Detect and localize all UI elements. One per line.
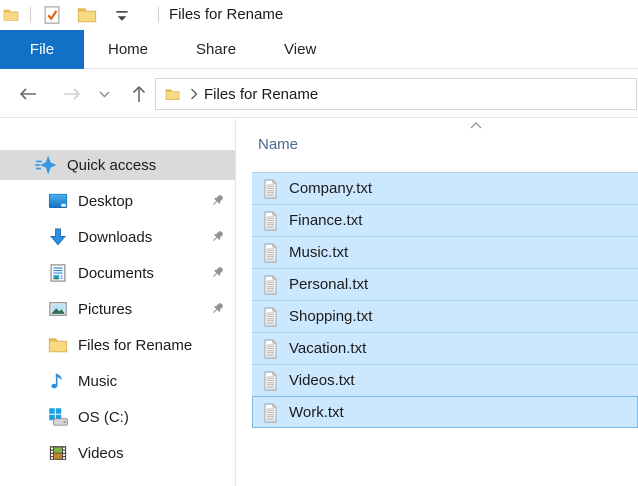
- tab-share[interactable]: Share: [172, 30, 260, 68]
- pictures-icon: [48, 299, 68, 319]
- pin-icon: [209, 193, 225, 209]
- sidebar-item-label: Files for Rename: [78, 337, 192, 354]
- breadcrumb-chevron-icon: [190, 88, 198, 100]
- videos-icon: [48, 443, 68, 463]
- tab-view[interactable]: View: [260, 30, 340, 68]
- tab-file[interactable]: File: [0, 30, 84, 69]
- qat-dropdown-icon: [112, 5, 132, 25]
- sidebar-item-label: Quick access: [67, 157, 156, 174]
- file-name-label: Videos.txt: [289, 372, 355, 389]
- qat-customize-button[interactable]: [110, 3, 134, 27]
- forward-arrow-icon: [62, 86, 82, 102]
- sidebar-item-pictures[interactable]: Pictures: [0, 294, 235, 324]
- file-row-work-txt[interactable]: Work.txt: [252, 396, 638, 428]
- back-arrow-icon: [18, 86, 38, 102]
- sidebar-item-downloads[interactable]: Downloads: [0, 222, 235, 252]
- folder-icon: [77, 5, 97, 25]
- file-row-finance-txt[interactable]: Finance.txt: [252, 204, 638, 236]
- file-row-videos-txt[interactable]: Videos.txt: [252, 364, 638, 396]
- titlebar-separator: [30, 7, 31, 23]
- titlebar: Files for Rename: [0, 0, 638, 30]
- sidebar-item-os-c[interactable]: OS (C:): [0, 402, 235, 432]
- drive-icon: [48, 407, 68, 427]
- breadcrumb[interactable]: Files for Rename: [204, 86, 318, 103]
- sidebar-item-label: Documents: [78, 265, 154, 282]
- text-file-icon: [262, 179, 279, 199]
- text-file-icon: [262, 339, 279, 359]
- downloads-icon: [48, 227, 68, 247]
- explorer-window: Files for Rename File Home Share View: [0, 0, 638, 486]
- tab-home[interactable]: Home: [84, 30, 172, 68]
- pin-icon: [209, 229, 225, 245]
- chevron-down-icon: [99, 91, 110, 98]
- file-name-label: Finance.txt: [289, 212, 362, 229]
- sidebar-item-videos[interactable]: Videos: [0, 438, 235, 468]
- file-row-vacation-txt[interactable]: Vacation.txt: [252, 332, 638, 364]
- file-name-label: Music.txt: [289, 244, 348, 261]
- sidebar-item-documents[interactable]: Documents: [0, 258, 235, 288]
- file-list: Company.txt Finance.txt Music.txt: [252, 172, 638, 428]
- file-name-label: Shopping.txt: [289, 308, 372, 325]
- sidebar-item-label: Videos: [78, 445, 124, 462]
- recent-locations-button[interactable]: [94, 79, 114, 109]
- file-row-company-txt[interactable]: Company.txt: [252, 172, 638, 204]
- text-file-icon: [262, 211, 279, 231]
- sidebar-item-label: OS (C:): [78, 409, 129, 426]
- titlebar-separator: [158, 7, 159, 23]
- sidebar-item-desktop[interactable]: Desktop: [0, 186, 235, 216]
- navigation-pane: Quick access Desktop Downloads: [0, 119, 236, 486]
- file-pane: Name Company.txt Finance.txt: [237, 119, 638, 486]
- text-file-icon: [262, 275, 279, 295]
- window-title: Files for Rename: [169, 6, 283, 23]
- pin-icon: [209, 301, 225, 317]
- ribbon-tabstrip: File Home Share View: [0, 30, 638, 69]
- folder-icon: [48, 335, 68, 355]
- forward-button[interactable]: [57, 79, 87, 109]
- quick-access-toolbar: [40, 3, 134, 27]
- up-arrow-icon: [131, 84, 147, 104]
- up-button[interactable]: [124, 79, 154, 109]
- file-name-label: Vacation.txt: [289, 340, 366, 357]
- sidebar-item-label: Downloads: [78, 229, 152, 246]
- qat-properties-button[interactable]: [40, 3, 64, 27]
- text-file-icon: [262, 243, 279, 263]
- back-button[interactable]: [13, 79, 43, 109]
- check-doc-icon: [42, 5, 62, 25]
- sidebar-item-quick-access[interactable]: Quick access: [0, 150, 235, 180]
- music-icon: [48, 371, 68, 391]
- file-row-music-txt[interactable]: Music.txt: [252, 236, 638, 268]
- column-header-name[interactable]: Name: [258, 136, 298, 153]
- content-area: Quick access Desktop Downloads: [0, 119, 638, 486]
- address-bar[interactable]: Files for Rename: [155, 78, 637, 110]
- file-name-label: Work.txt: [289, 404, 344, 421]
- file-row-shopping-txt[interactable]: Shopping.txt: [252, 300, 638, 332]
- navigation-bar: Files for Rename: [0, 70, 638, 118]
- documents-icon: [48, 263, 68, 283]
- sidebar-item-label: Music: [78, 373, 117, 390]
- folder-icon: [2, 7, 20, 23]
- sidebar-item-label: Desktop: [78, 193, 133, 210]
- folder-icon: [164, 87, 181, 102]
- file-name-label: Personal.txt: [289, 276, 368, 293]
- text-file-icon: [262, 307, 279, 327]
- desktop-icon: [48, 191, 68, 211]
- sidebar-item-music[interactable]: Music: [0, 366, 235, 396]
- text-file-icon: [262, 371, 279, 391]
- file-row-personal-txt[interactable]: Personal.txt: [252, 268, 638, 300]
- sort-ascending-icon: [470, 121, 482, 130]
- text-file-icon: [262, 403, 279, 423]
- pin-icon: [209, 265, 225, 281]
- file-name-label: Company.txt: [289, 180, 372, 197]
- quick-access-star-icon: [35, 154, 57, 176]
- qat-new-folder-button[interactable]: [75, 3, 99, 27]
- sidebar-item-label: Pictures: [78, 301, 132, 318]
- sidebar-item-files-for-rename[interactable]: Files for Rename: [0, 330, 235, 360]
